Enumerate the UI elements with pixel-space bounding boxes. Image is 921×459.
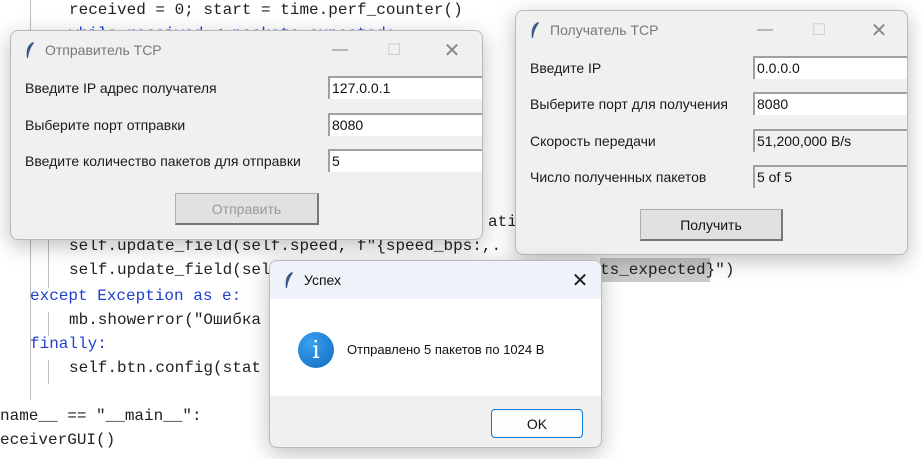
info-icon: i <box>298 332 334 368</box>
success-dialog: Успех ✕ i Отправлено 5 пакетов по 1024 B… <box>269 260 602 448</box>
count-input[interactable]: 5 <box>328 149 482 172</box>
code-line: except Exception as e: <box>30 287 242 305</box>
code-line: ati <box>488 213 517 231</box>
close-icon[interactable]: ✕ <box>429 31 475 69</box>
ip-label: Введите IP <box>530 60 602 76</box>
close-icon[interactable]: ✕ <box>557 261 601 299</box>
speed-field: 51,200,000 B/s <box>753 129 907 152</box>
packets-field: 5 of 5 <box>753 165 907 188</box>
receiver-window: Получатель TCP — ☐ ✕ Введите IP 0.0.0.0 … <box>515 10 908 255</box>
close-icon[interactable]: ✕ <box>856 11 902 49</box>
title-bar[interactable]: Получатель TCP <box>516 11 907 49</box>
code-line: self.update_field(sel <box>69 261 271 279</box>
ip-input[interactable]: 127.0.0.1 <box>328 76 482 99</box>
port-label: Выберите порт для получения <box>530 96 728 112</box>
dialog-title: Успех <box>304 272 342 288</box>
ip-input[interactable]: 0.0.0.0 <box>753 56 907 79</box>
dialog-message: Отправлено 5 пакетов по 1024 B <box>347 342 545 357</box>
speed-label: Скорость передачи <box>530 133 656 149</box>
code-line: received = 0; start = time.perf_counter(… <box>69 1 463 19</box>
code-line: mb.showerror("Ошибка <box>69 311 262 329</box>
ip-label: Введите IP адрес получателя <box>25 80 217 96</box>
code-line: eceiverGUI() <box>0 431 116 449</box>
minimize-icon[interactable]: — <box>317 31 363 69</box>
feather-icon <box>531 22 539 38</box>
receive-button[interactable]: Получить <box>640 209 783 241</box>
ok-button[interactable]: OK <box>491 409 583 438</box>
minimize-icon[interactable]: — <box>742 11 788 49</box>
sender-window: Отправитель TCP — ☐ ✕ Введите IP адрес п… <box>10 30 483 240</box>
feather-icon <box>26 42 34 58</box>
code-line: finally: <box>30 335 107 353</box>
code-line: name__ == "__main__": <box>0 407 202 425</box>
port-label: Выберите порт отправки <box>25 117 186 133</box>
packets-label: Число полученных пакетов <box>530 169 707 185</box>
port-input[interactable]: 8080 <box>753 92 907 115</box>
maximize-icon: ☐ <box>386 42 402 59</box>
feather-icon <box>285 272 293 288</box>
send-button[interactable]: Отправить <box>175 193 319 225</box>
window-title: Получатель TCP <box>550 22 659 38</box>
port-input[interactable]: 8080 <box>328 113 482 136</box>
dialog-body: i Отправлено 5 пакетов по 1024 B <box>270 299 601 396</box>
maximize-icon: ☐ <box>811 22 827 39</box>
window-title: Отправитель TCP <box>45 42 162 58</box>
count-label: Введите количество пакетов для отправки <box>25 153 301 169</box>
code-line: self.btn.config(stat <box>69 359 262 377</box>
title-bar[interactable]: Успех <box>270 261 601 299</box>
code-line: ts_expected}") <box>600 258 735 282</box>
